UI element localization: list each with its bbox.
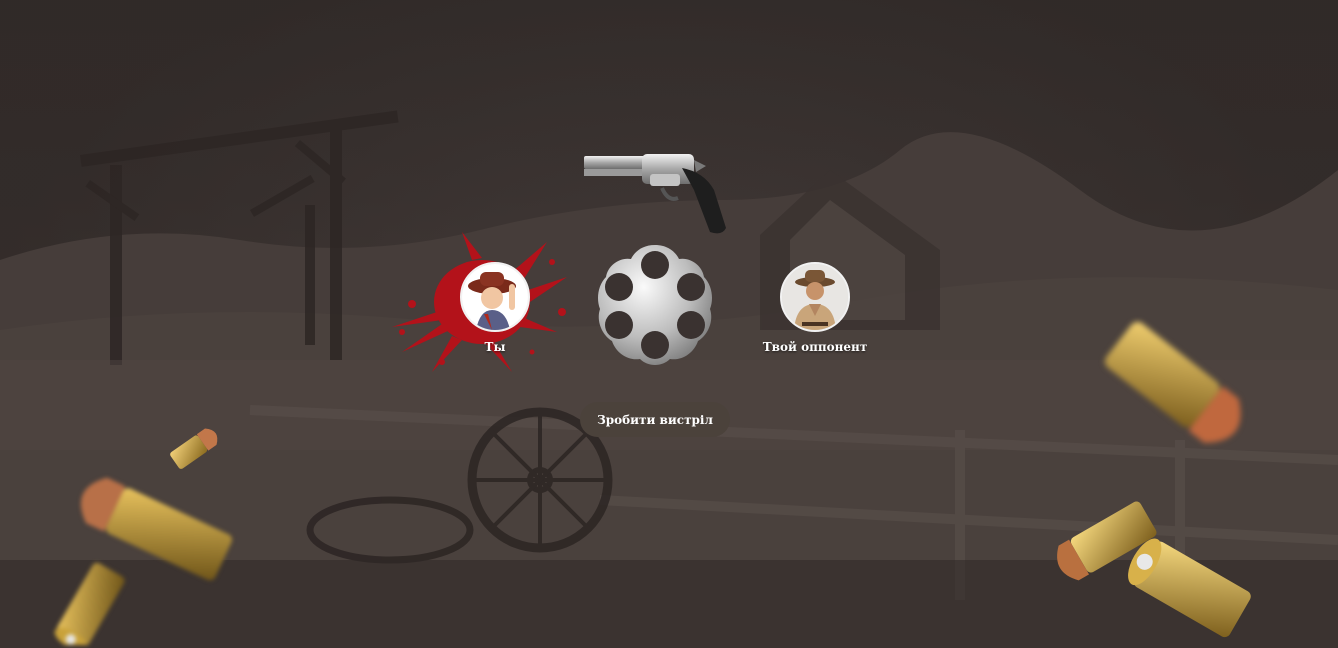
- player-you: Ты: [392, 232, 567, 372]
- bullet-icon-cluster-right: [1057, 501, 1251, 638]
- bullet-icon-blurred-right: [1104, 321, 1241, 443]
- cowboy-kid-avatar: [462, 264, 528, 330]
- bullet-icon-blurred-left: [54, 477, 233, 645]
- cowboy-man-avatar: [782, 264, 848, 330]
- avatar-opponent: [780, 262, 850, 332]
- player-opponent-label: Твой оппонент: [762, 340, 868, 354]
- player-you-label: Ты: [484, 340, 506, 354]
- revolver-icon: [584, 154, 726, 234]
- avatar-you: [460, 262, 530, 332]
- revolver-cylinder-icon: [598, 245, 712, 365]
- shoot-button[interactable]: Зробити вистріл: [580, 402, 730, 437]
- game-scene: Ты Твой оппонент Зробити вистріл: [0, 0, 1338, 648]
- player-opponent: Твой оппонент: [750, 262, 880, 354]
